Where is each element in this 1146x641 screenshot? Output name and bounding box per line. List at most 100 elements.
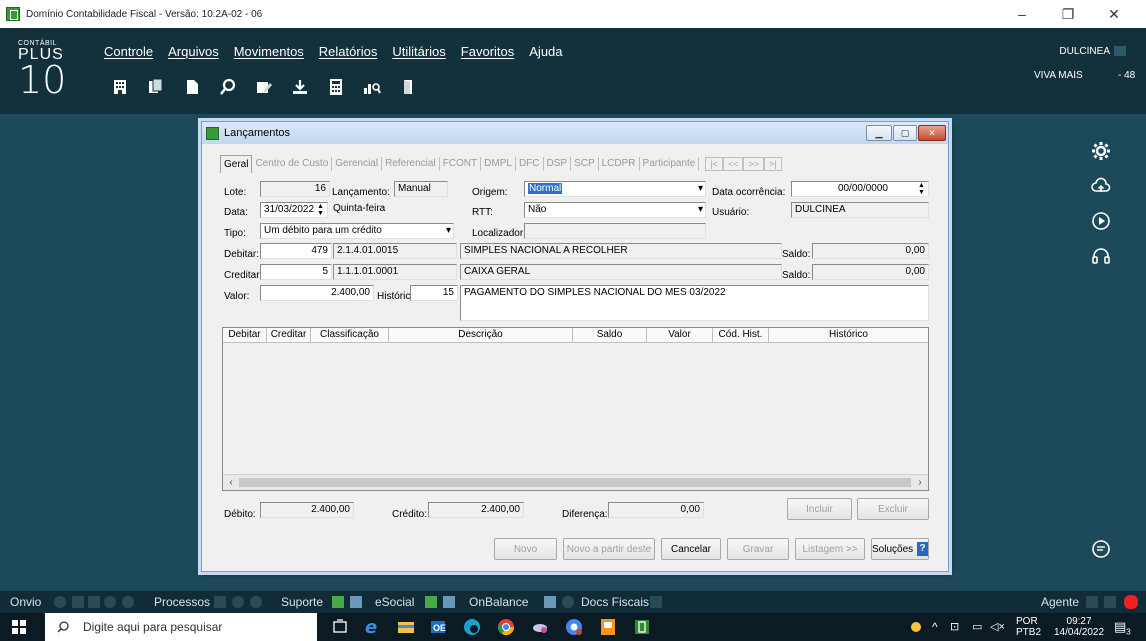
chart-search-icon[interactable] xyxy=(354,72,390,102)
tab-centro-de-custo[interactable]: Centro de Custo xyxy=(252,157,333,171)
novo-button[interactable]: Novo xyxy=(494,538,557,560)
tab-dfc[interactable]: DFC xyxy=(516,157,544,171)
processos-icon-1[interactable] xyxy=(214,596,226,608)
headset-icon[interactable] xyxy=(1090,245,1112,267)
documents-icon[interactable] xyxy=(138,72,174,102)
network-icon[interactable]: ⊡ xyxy=(950,613,959,641)
onvio-app-icon-1[interactable] xyxy=(72,596,84,608)
dominio-app-icon[interactable] xyxy=(632,617,652,637)
dialog-close-button[interactable]: ✕ xyxy=(918,125,946,141)
previous-record-button[interactable]: << xyxy=(722,157,744,171)
col-debitar[interactable]: Debitar xyxy=(223,328,267,343)
cloud-icon[interactable] xyxy=(1090,175,1112,197)
docs-fiscais-link[interactable]: Docs Fiscais xyxy=(581,591,649,613)
chat-icon[interactable] xyxy=(1090,538,1112,560)
company-name[interactable]: VIVA MAIS xyxy=(1034,70,1083,81)
col-creditar[interactable]: Creditar xyxy=(267,328,311,343)
origem-select[interactable]: Normal xyxy=(524,181,706,197)
notification-icon[interactable]: ▤3 xyxy=(1114,613,1131,641)
tab-lcdpr[interactable]: LCDPR xyxy=(599,157,640,171)
excluir-button[interactable]: Excluir xyxy=(857,498,929,520)
suporte-link[interactable]: Suporte xyxy=(281,591,323,613)
docs-fiscais-icon[interactable] xyxy=(650,596,662,608)
language-indicator[interactable]: POR PTB2 xyxy=(1016,616,1041,641)
agente-icon-1[interactable] xyxy=(1086,596,1098,608)
col-saldo[interactable]: Saldo xyxy=(573,328,647,343)
creditar-codigo-field[interactable]: 5 xyxy=(260,264,332,280)
tab-scp[interactable]: SCP xyxy=(571,157,599,171)
dialog-minimize-button[interactable]: ▁ xyxy=(866,125,892,141)
valor-field[interactable]: 2.400,00 xyxy=(260,285,374,301)
agente-icon-2[interactable] xyxy=(1104,596,1116,608)
data-ocorrencia-field[interactable]: 00/00/0000 ▲ ▼ xyxy=(791,181,929,197)
folder-edit-icon[interactable] xyxy=(246,72,282,102)
calculator-icon[interactable] xyxy=(318,72,354,102)
data-field[interactable]: 31/03/2022 ▲ ▼ xyxy=(260,202,328,218)
onvio-app-icon-4[interactable] xyxy=(122,596,134,608)
onvio-app-icon-2[interactable] xyxy=(88,596,100,608)
menu-favoritos[interactable]: Favoritos xyxy=(461,44,514,59)
tab-participante[interactable]: Participante xyxy=(640,157,700,171)
menu-utilitarios[interactable]: Utilitários xyxy=(392,44,445,59)
windows-start-icon[interactable] xyxy=(12,620,26,634)
display-icon[interactable]: ▭ xyxy=(972,613,982,641)
outlook-icon[interactable]: OE xyxy=(428,617,448,637)
col-historico[interactable]: Histórico xyxy=(769,328,928,343)
gravar-button[interactable]: Gravar xyxy=(727,538,789,560)
weather-icon[interactable] xyxy=(906,617,926,637)
chrome-profile-icon[interactable] xyxy=(564,617,584,637)
close-button[interactable]: ✕ xyxy=(1094,0,1134,28)
listagem-button[interactable]: Listagem >> xyxy=(795,538,865,560)
historico-texto-field[interactable]: PAGAMENTO DO SIMPLES NACIONAL DO MES 03/… xyxy=(460,285,929,321)
col-cod-hist[interactable]: Cód. Hist. xyxy=(713,328,769,343)
door-icon[interactable] xyxy=(390,72,426,102)
esocial-link[interactable]: eSocial xyxy=(375,591,414,613)
tray-chevron-icon[interactable]: ^ xyxy=(932,613,938,641)
last-record-button[interactable]: >| xyxy=(763,157,782,171)
onvio-app-icon-3[interactable] xyxy=(104,596,116,608)
orange-app-icon[interactable] xyxy=(598,617,618,637)
tipo-select[interactable]: Um débito para um crédito xyxy=(260,223,454,239)
rtt-select[interactable]: Não xyxy=(524,202,706,218)
clock[interactable]: 09:27 14/04/2022 xyxy=(1054,616,1104,641)
minimize-button[interactable]: – xyxy=(1002,0,1042,28)
processos-icon-2[interactable] xyxy=(232,596,244,608)
building-icon[interactable] xyxy=(102,72,138,102)
next-record-button[interactable]: >> xyxy=(743,157,764,171)
esocial-chart-icon[interactable] xyxy=(425,596,437,608)
file-explorer-icon[interactable] xyxy=(396,617,416,637)
taskbar-search[interactable]: Digite aqui para pesquisar xyxy=(45,613,317,641)
tab-dsp[interactable]: DSP xyxy=(544,157,572,171)
cancelar-button[interactable]: Cancelar xyxy=(661,538,721,560)
suporte-doc-icon[interactable] xyxy=(350,596,362,608)
page-icon[interactable] xyxy=(174,72,210,102)
tab-gerencial[interactable]: Gerencial xyxy=(332,157,383,171)
edge-legacy-icon[interactable]: e xyxy=(362,617,382,637)
message-icon[interactable] xyxy=(1114,46,1126,57)
historico-codigo-field[interactable]: 15 xyxy=(410,285,458,301)
scroll-thumb[interactable] xyxy=(239,478,911,487)
novo-a-partir-deste-button[interactable]: Novo a partir deste xyxy=(563,538,655,560)
menu-relatorios[interactable]: Relatórios xyxy=(319,44,378,59)
tab-dmpl[interactable]: DMPL xyxy=(481,157,516,171)
tab-geral[interactable]: Geral xyxy=(220,155,253,173)
esocial-doc-icon[interactable] xyxy=(443,596,455,608)
menu-controle[interactable]: Controle xyxy=(104,44,153,59)
processos-link[interactable]: Processos xyxy=(154,591,210,613)
dialog-maximize-button[interactable]: ▢ xyxy=(893,125,917,141)
col-valor[interactable]: Valor xyxy=(647,328,713,343)
onbalance-link[interactable]: OnBalance xyxy=(469,591,528,613)
scroll-left-icon[interactable]: ‹ xyxy=(223,475,239,491)
lancamentos-grid[interactable]: Debitar Creditar Classificação Descrição… xyxy=(222,327,929,491)
search-icon[interactable] xyxy=(210,72,246,102)
col-classificacao[interactable]: Classificação xyxy=(311,328,389,343)
incluir-button[interactable]: Incluir xyxy=(787,498,852,520)
volume-icon[interactable]: ◁× xyxy=(990,613,1005,641)
download-icon[interactable] xyxy=(282,72,318,102)
gear-icon[interactable] xyxy=(1090,140,1112,162)
suporte-plus-icon[interactable] xyxy=(332,596,344,608)
task-view-icon[interactable] xyxy=(330,617,350,637)
tab-fcont[interactable]: FCONT xyxy=(440,157,482,171)
col-descricao[interactable]: Descrição xyxy=(389,328,573,343)
chrome-icon[interactable] xyxy=(496,617,516,637)
